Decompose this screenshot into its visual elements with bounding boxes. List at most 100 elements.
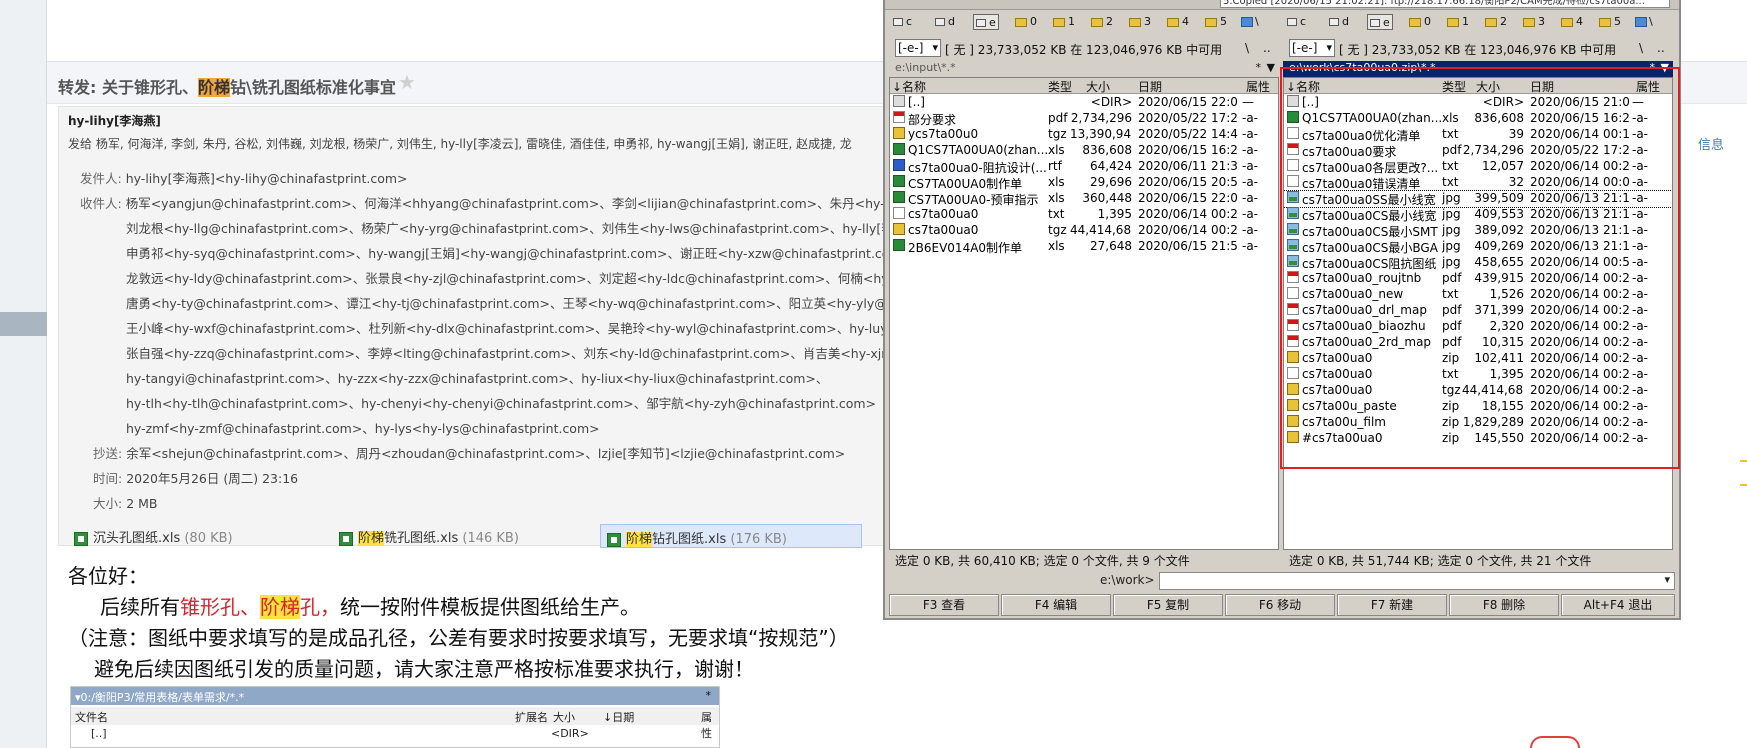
drive-button[interactable]: 1 [1445,14,1471,30]
network-drive-button[interactable]: \ [1633,14,1655,30]
left-free-space: [ 无 ] 23,733,052 KB 在 123,046,976 KB 中可用 [945,43,1223,57]
xls-file-icon [893,175,905,187]
drive-button[interactable]: 2 [1089,14,1115,30]
file-size: 64,424 [1090,159,1132,173]
left-root-button[interactable]: \ [1245,41,1249,55]
network-drive-button[interactable]: \ [1239,14,1261,30]
from-row: 发件人: hy-lihy[李海燕]<hy-lihy@chinafastprint… [80,171,408,186]
info-link[interactable]: 信息 [1698,134,1724,153]
to-line[interactable]: 刘龙根<hy-llg@chinafastprint.com>、杨荣广<hy-yr… [126,218,894,237]
col-ext[interactable]: 类型 [1048,78,1072,95]
annotation-red-box [1280,67,1680,469]
file-size: 2,734,296 [1070,111,1132,125]
drive-button[interactable]: 1 [1051,14,1077,30]
body-line-2: （注意：图纸中要求填写的是成品孔径，公差有要求时按要求填写，无要求填“按规范”） [68,626,849,650]
f8-delete-button[interactable]: F8 删除 [1449,594,1559,616]
file-attr: -a- [1242,207,1259,221]
f6-move-button[interactable]: F6 移动 [1225,594,1335,616]
attachment-item[interactable]: 阶梯铣孔图纸.xls (146 KB) [333,524,525,548]
drive-button[interactable]: 0 [1407,14,1433,30]
f5-copy-button[interactable]: F5 复制 [1113,594,1223,616]
size-row: 大小: 2 MB [93,496,158,511]
drive-button[interactable]: c [891,14,914,30]
drive-button[interactable]: 4 [1165,14,1191,30]
right-drive-select[interactable]: [-e-] [1289,39,1335,57]
alt-f4-exit-button[interactable]: Alt+F4 退出 [1561,594,1675,616]
left-drive-bar: c d e 0 1 2 3 4 5 \ [889,11,1279,32]
sender-name[interactable]: hy-lihy[李海燕] [68,112,161,129]
from-value[interactable]: hy-lihy[李海燕]<hy-lihy@chinafastprint.com> [126,171,408,186]
attachment-item[interactable]: 沉头孔图纸.xls (80 KB) [68,524,239,548]
file-row[interactable]: 部分要求 pdf 2,734,296 2020/05/22 17:29 -a- [890,111,1278,127]
left-drive-select[interactable]: [-e-] [895,39,941,57]
drive-button[interactable]: 0 [1013,14,1039,30]
to-line[interactable]: 龙敦远<hy-ldy@chinafastprint.com>、张景良<hy-zj… [126,268,889,287]
file-row[interactable]: CS7TA00UA0制作单 xls 29,696 2020/06/15 20:59 -a… [890,175,1278,191]
to-line[interactable]: 王小峰<hy-wxf@chinafastprint.com>、杜列新<hy-dl… [126,318,888,337]
col-attr[interactable]: 属性 [1246,78,1270,95]
file-row[interactable]: ycs7ta00u0 tgz 13,390,947 2020/05/22 14:48-… [890,127,1278,143]
to-line[interactable]: 杨军<yangjun@chinafastprint.com>、何海洋<hhyan… [126,196,899,211]
file-row[interactable]: [..] <DIR> 2020/06/15 22:09 — [890,95,1278,111]
drive-button[interactable]: d [933,14,957,30]
to-line[interactable]: 申勇祁<hy-syq@chinafastprint.com>、hy-wangj[… [126,243,902,262]
file-size: 836,608 [1082,143,1132,157]
txt-file-icon [893,207,905,219]
file-name: cs7ta00ua0-阻抗设计(... [908,161,1047,175]
col-date[interactable]: 日期 [1138,78,1162,95]
drive-button-active[interactable]: e [1367,14,1393,30]
to-line[interactable]: 唐勇<hy-ty@chinafastprint.com>、谭江<hy-tj@ch… [126,293,887,312]
file-row[interactable]: 2B6EV014A0制作单 xls 27,648 2020/06/15 21:59 -a… [890,239,1278,255]
file-date: 2020/06/15 22:09 [1138,191,1238,205]
star-icon[interactable]: ★ [398,70,416,94]
dropdown-arrow-icon[interactable]: ▼ [1267,61,1275,75]
col-size[interactable]: 大小 [1086,78,1110,95]
time-value: 2020年5月26日 (周二) 23:16 [126,471,299,486]
attachment-item-selected[interactable]: 阶梯钻孔图纸.xls (176 KB) [600,524,862,548]
drive-button[interactable]: 5 [1597,14,1623,30]
corner-decoration [1530,736,1580,748]
to-line[interactable]: 张自强<hy-zzq@chinafastprint.com>、李婷<lting@… [126,343,893,362]
f7-new-button[interactable]: F7 新建 [1337,594,1447,616]
drive-button-active[interactable]: e [973,14,999,30]
col-name[interactable]: ↓名称 [892,78,926,95]
drive-button[interactable]: 4 [1559,14,1585,30]
embedded-screenshot: ▾0:/衡阳P3/常用表格/表单需求/*.* * 文件名 扩展名 大小 ↓日期 属… [70,686,720,748]
left-path-bar[interactable]: e:\input\*.* * ▼ [889,61,1279,77]
to-line[interactable]: hy-tangyi@chinafastprint.com>、hy-zzx<hy-… [126,368,828,387]
left-file-panel[interactable]: ↓名称 类型 大小 日期 属性 [..] <DIR> 2020/06/15 22:0… [889,77,1279,550]
drive-button[interactable]: 2 [1483,14,1509,30]
file-row[interactable]: CS7TA00UA0-预审指示 xls 360,448 2020/06/15 22:0… [890,191,1278,207]
right-parent-button[interactable]: .. [1657,41,1665,55]
drive-button[interactable]: 5 [1203,14,1229,30]
cc-value[interactable]: 余军<shejun@chinafastprint.com>、周丹<zhoudan… [126,446,845,461]
to-line[interactable]: hy-tlh<hy-tlh@chinafastprint.com>、hy-che… [126,393,876,412]
left-info-bar: [-e-] [ 无 ] 23,733,052 KB 在 123,046,976 … [889,37,1279,59]
f3-view-button[interactable]: F3 查看 [889,594,999,616]
file-date: 2020/06/11 21:39 [1138,159,1238,173]
pdf-file-icon [893,111,905,123]
to-line[interactable]: hy-zmf<hy-zmf@chinafastprint.com>、hy-lys… [126,418,600,437]
f4-edit-button[interactable]: F4 编辑 [1001,594,1111,616]
file-date: 2020/05/22 17:29 [1138,111,1238,125]
file-date: 2020/06/15 22:09 [1138,95,1238,109]
drive-button[interactable]: d [1327,14,1351,30]
file-name: 部分要求 [908,113,957,127]
command-input[interactable] [1159,572,1675,590]
embedded-column-header: 文件名 扩展名 大小 ↓日期 属性 [71,707,719,740]
file-row[interactable]: cs7ta00ua0 txt 1,395 2020/06/14 00:20 -a- [890,207,1278,223]
file-size: 360,448 [1082,191,1132,205]
drive-button[interactable]: 3 [1521,14,1547,30]
up-file-icon [893,95,905,107]
right-drive-bar: c d e 0 1 2 3 4 5 \ [1283,11,1673,32]
file-row[interactable]: cs7ta00ua0-阻抗设计(... rtf 64,424 2020/06/11 2… [890,159,1278,175]
right-root-button[interactable]: \ [1639,41,1643,55]
drive-button[interactable]: c [1285,14,1308,30]
left-parent-button[interactable]: .. [1263,41,1271,55]
file-row[interactable]: Q1CS7TA00UA0(zhan... xls 836,608 2020/06/15… [890,143,1278,159]
drive-button[interactable]: 3 [1127,14,1153,30]
file-name: cs7ta00ua0 [908,223,979,237]
file-attr: -a- [1242,239,1259,253]
file-name: CS7TA00UA0制作单 [908,177,1023,191]
file-row[interactable]: cs7ta00ua0 tgz 44,414,689 2020/06/14 00:24-… [890,223,1278,239]
